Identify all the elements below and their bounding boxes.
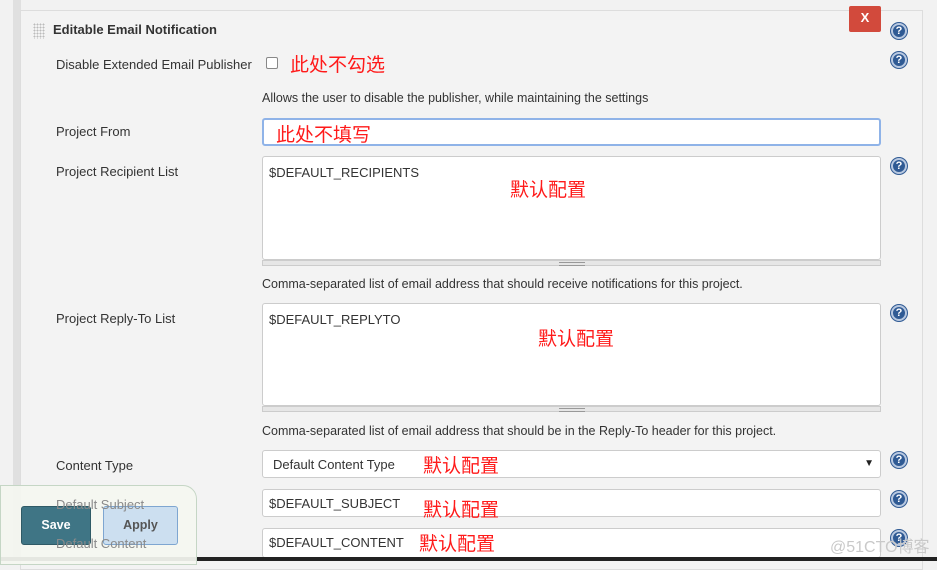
help-icon[interactable]: ? (891, 452, 907, 468)
project-from-label: Project From (56, 124, 131, 139)
disable-publisher-checkbox[interactable] (266, 57, 278, 69)
annotation: 此处不勾选 (290, 54, 386, 76)
recipient-list-label: Project Recipient List (56, 164, 179, 179)
help-icon[interactable]: ? (891, 158, 907, 174)
default-content-input[interactable]: $DEFAULT_CONTENT (262, 528, 881, 558)
help-icon[interactable]: ? (891, 491, 907, 507)
annotation: 默认配置 (423, 499, 500, 521)
default-subject-input[interactable]: $DEFAULT_SUBJECT (262, 489, 881, 517)
section-title: Editable Email Notification (53, 22, 217, 37)
annotation: 默认配置 (510, 179, 587, 201)
help-icon[interactable]: ? (891, 23, 907, 39)
delete-button[interactable]: X (849, 6, 881, 32)
reply-to-description: Comma-separated list of email address th… (262, 424, 777, 438)
disable-publisher-description: Allows the user to disable the publisher… (262, 91, 649, 105)
reply-to-label: Project Reply-To List (56, 311, 176, 326)
content-type-label: Content Type (56, 458, 134, 473)
watermark: @51CTO博客 (830, 539, 930, 556)
recipient-list-textarea[interactable]: $DEFAULT_RECIPIENTS (262, 156, 881, 260)
content-type-select[interactable]: Default Content Type ▼ (262, 450, 881, 478)
default-content-label: Default Content (56, 536, 147, 551)
recipient-list-description: Comma-separated list of email address th… (262, 277, 743, 291)
drag-handle-icon[interactable] (33, 23, 45, 39)
resize-handle[interactable] (262, 406, 881, 412)
dropdown-arrow-icon: ▼ (864, 458, 874, 469)
reply-to-textarea[interactable]: $DEFAULT_REPLYTO (262, 303, 881, 406)
default-subject-label: Default Subject (56, 497, 145, 512)
annotation: 默认配置 (538, 328, 615, 350)
annotation: 默认配置 (419, 533, 496, 555)
resize-handle[interactable] (262, 260, 881, 266)
help-icon[interactable]: ? (891, 52, 907, 68)
help-icon[interactable]: ? (891, 305, 907, 321)
disable-publisher-label: Disable Extended Email Publisher (56, 57, 252, 72)
annotation: 此处不填写 (276, 124, 372, 146)
content-type-value: Default Content Type (273, 457, 395, 472)
annotation: 默认配置 (423, 455, 500, 477)
